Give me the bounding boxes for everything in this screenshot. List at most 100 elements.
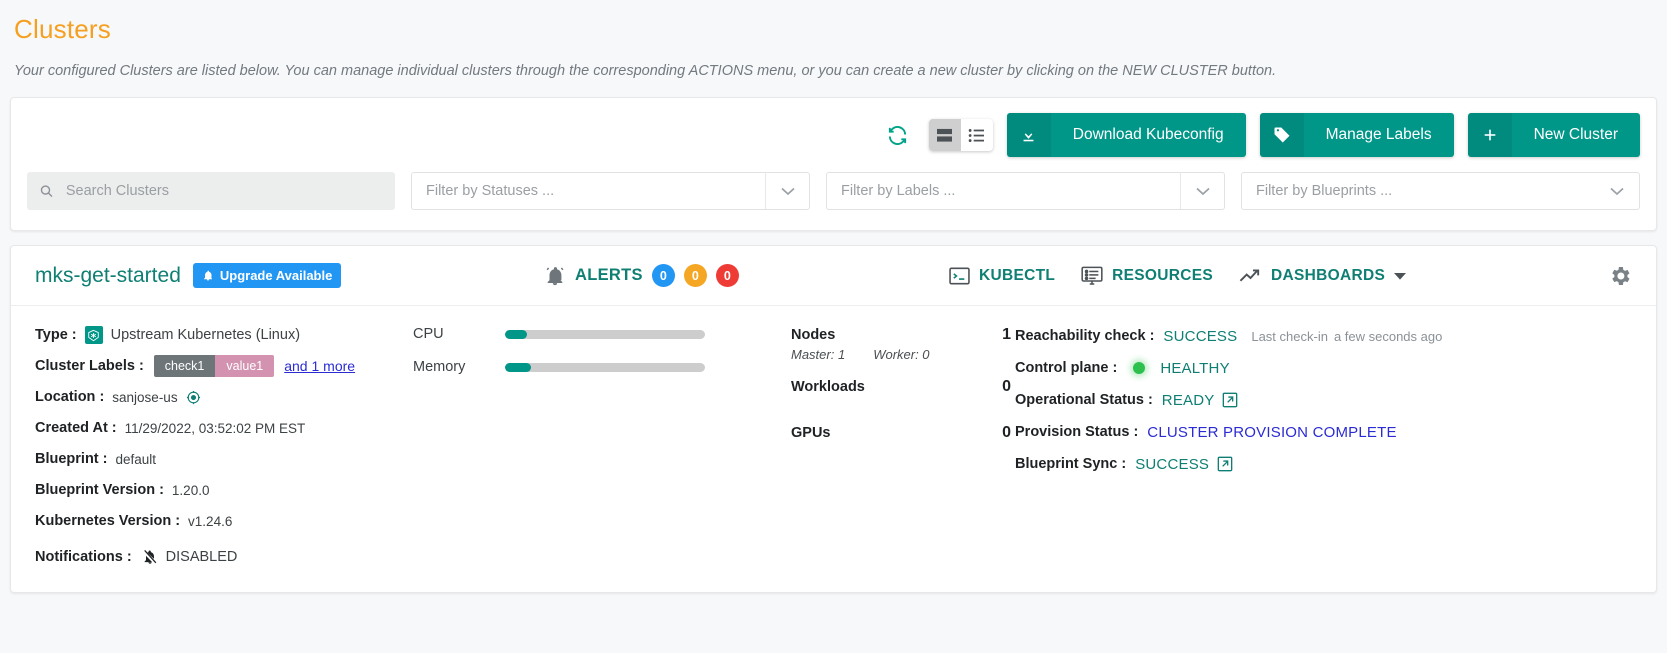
reachability-check-key: Reachability check : (1015, 328, 1155, 344)
operational-status-key: Operational Status : (1015, 392, 1153, 408)
gear-icon (1612, 266, 1630, 285)
dashboards-action[interactable]: DASHBOARDS (1239, 267, 1407, 285)
label-chip[interactable]: check1 value1 (153, 355, 275, 377)
cpu-usage-row: CPU (413, 326, 791, 342)
new-cluster-button[interactable]: New Cluster (1467, 113, 1640, 157)
alerts-info-count[interactable]: 0 (651, 264, 675, 287)
detail-blueprint-version-value: 1.20.0 (171, 482, 210, 498)
detail-blueprint: Blueprint : default (35, 448, 413, 470)
kubectl-label: KUBECTL (979, 266, 1056, 284)
detail-created-at-key: Created At : (35, 420, 117, 436)
cpu-label: CPU (413, 326, 444, 342)
detail-blueprint-version-key: Blueprint Version : (35, 482, 164, 498)
new-cluster-label: New Cluster (1533, 126, 1618, 143)
detail-created-at-value: 11/29/2022, 03:52:02 PM EST (124, 420, 306, 436)
nodes-master-count: Master: 1 (791, 347, 846, 362)
bell-icon (546, 266, 564, 285)
last-checkin-label: Last check-in (1251, 328, 1328, 344)
workloads-label: Workloads (791, 379, 865, 395)
detail-location-value: sanjose-us (112, 389, 178, 405)
cluster-card-header: mks-get-started Upgrade Available ALERTS… (11, 246, 1656, 306)
cluster-name-link[interactable]: mks-get-started (35, 264, 181, 288)
toolbar-panel: Download Kubeconfig Manage Labels New Cl… (10, 97, 1657, 231)
page-description: Your configured Clusters are listed belo… (14, 63, 1277, 79)
kubectl-action[interactable]: KUBECTL (949, 267, 1055, 285)
filter-by-labels-select[interactable]: Filter by Labels ... (826, 172, 1225, 210)
memory-label: Memory (413, 359, 466, 375)
external-link-icon[interactable] (1217, 456, 1233, 472)
detail-kubernetes-version: Kubernetes Version : v1.24.6 (35, 510, 413, 532)
detail-blueprint-version: Blueprint Version : 1.20.0 (35, 479, 413, 501)
manage-labels-button[interactable]: Manage Labels (1259, 113, 1454, 157)
kubernetes-icon (84, 326, 103, 344)
detail-blueprint-key: Blueprint : (35, 451, 108, 467)
provision-status-value[interactable]: CLUSTER PROVISION COMPLETE (1147, 424, 1396, 441)
location-target-icon[interactable] (186, 390, 201, 405)
filter-by-blueprints-label: Filter by Blueprints ... (1256, 183, 1393, 199)
nodes-row: Nodes 1 (791, 326, 1011, 344)
detail-kubernetes-version-value: v1.24.6 (188, 513, 233, 529)
gpus-value: 0 (1002, 424, 1011, 441)
detail-notifications-key: Notifications : (35, 549, 132, 565)
detail-notifications-value: DISABLED (165, 549, 238, 565)
alerts-warning-count[interactable]: 0 (683, 264, 707, 287)
blueprint-sync-row: Blueprint Sync : SUCCESS (1015, 454, 1634, 474)
alerts-critical-count[interactable]: 0 (715, 264, 739, 287)
provision-status-row: Provision Status : CLUSTER PROVISION COM… (1015, 422, 1634, 442)
filter-by-statuses-select[interactable]: Filter by Statuses ... (411, 172, 810, 210)
control-plane-value: HEALTHY (1160, 359, 1230, 377)
clusters-page: Clusters Your configured Clusters are li… (0, 14, 1667, 653)
detail-kubernetes-version-key: Kubernetes Version : (35, 513, 181, 529)
provision-status-key: Provision Status : (1015, 424, 1139, 440)
download-kubeconfig-button[interactable]: Download Kubeconfig (1006, 113, 1246, 157)
cluster-card-actions: KUBECTL RESOURCES DASHBOARDS (949, 266, 1407, 286)
chevron-down-icon (1595, 173, 1639, 209)
refresh-button[interactable] (880, 122, 915, 149)
nodes-worker-count: Worker: 0 (873, 347, 930, 362)
cluster-counts-column: Nodes 1 Master: 1 Worker: 0 Workloads 0 … (791, 324, 1011, 577)
blueprint-sync-value: SUCCESS (1135, 455, 1210, 473)
reachability-check-row: Reachability check : SUCCESS Last check-… (1015, 326, 1634, 346)
blueprint-sync-key: Blueprint Sync : (1015, 456, 1127, 472)
nodes-value: 1 (1002, 326, 1011, 343)
and-more-labels-link[interactable]: and 1 more (284, 358, 355, 374)
detail-cluster-labels-key: Cluster Labels : (35, 358, 144, 374)
filter-by-statuses-label: Filter by Statuses ... (426, 183, 555, 199)
search-input[interactable] (63, 182, 383, 200)
detail-location-key: Location : (35, 389, 105, 405)
view-mode-toggle[interactable] (928, 119, 993, 151)
detail-notifications: Notifications : DISABLED (35, 546, 413, 568)
filter-by-labels-label: Filter by Labels ... (841, 183, 956, 199)
detail-type: Type : Upstream Kubernetes (Linux) (35, 324, 413, 346)
search-icon (40, 185, 53, 198)
cluster-card-body: Type : Upstream Kubernetes (Linux) Clust… (11, 306, 1656, 577)
workloads-value: 0 (1002, 378, 1011, 395)
operational-status-value: READY (1161, 391, 1215, 409)
detail-type-key: Type : (35, 327, 77, 343)
label-chip-value: value1 (215, 355, 275, 377)
filter-by-blueprints-select[interactable]: Filter by Blueprints ... (1241, 172, 1640, 210)
gpus-label: GPUs (791, 425, 831, 441)
memory-usage-row: Memory (413, 359, 791, 375)
resources-action[interactable]: RESOURCES (1081, 266, 1213, 286)
bell-icon (203, 270, 212, 281)
upgrade-available-badge[interactable]: Upgrade Available (192, 263, 342, 288)
status-dot-healthy (1133, 362, 1146, 374)
detail-cluster-labels: Cluster Labels : check1 value1 and 1 more (35, 355, 413, 377)
manage-labels-label: Manage Labels (1325, 126, 1432, 143)
trending-up-icon (1239, 268, 1260, 281)
detail-blueprint-value: default (115, 451, 157, 467)
bell-off-icon (142, 549, 158, 565)
control-plane-row: Control plane : HEALTHY (1015, 358, 1634, 378)
list-view-button[interactable] (961, 119, 993, 151)
external-link-icon[interactable] (1222, 392, 1238, 408)
resources-icon (1081, 266, 1103, 285)
nodes-label: Nodes (791, 327, 836, 343)
cluster-settings-button[interactable] (1608, 264, 1632, 288)
list-view-icon (968, 128, 985, 142)
search-clusters-box[interactable] (27, 172, 395, 210)
memory-usage-bar (505, 362, 705, 372)
download-kubeconfig-label: Download Kubeconfig (1072, 126, 1224, 143)
card-view-button[interactable] (928, 119, 961, 151)
cluster-card: mks-get-started Upgrade Available ALERTS… (10, 245, 1657, 593)
